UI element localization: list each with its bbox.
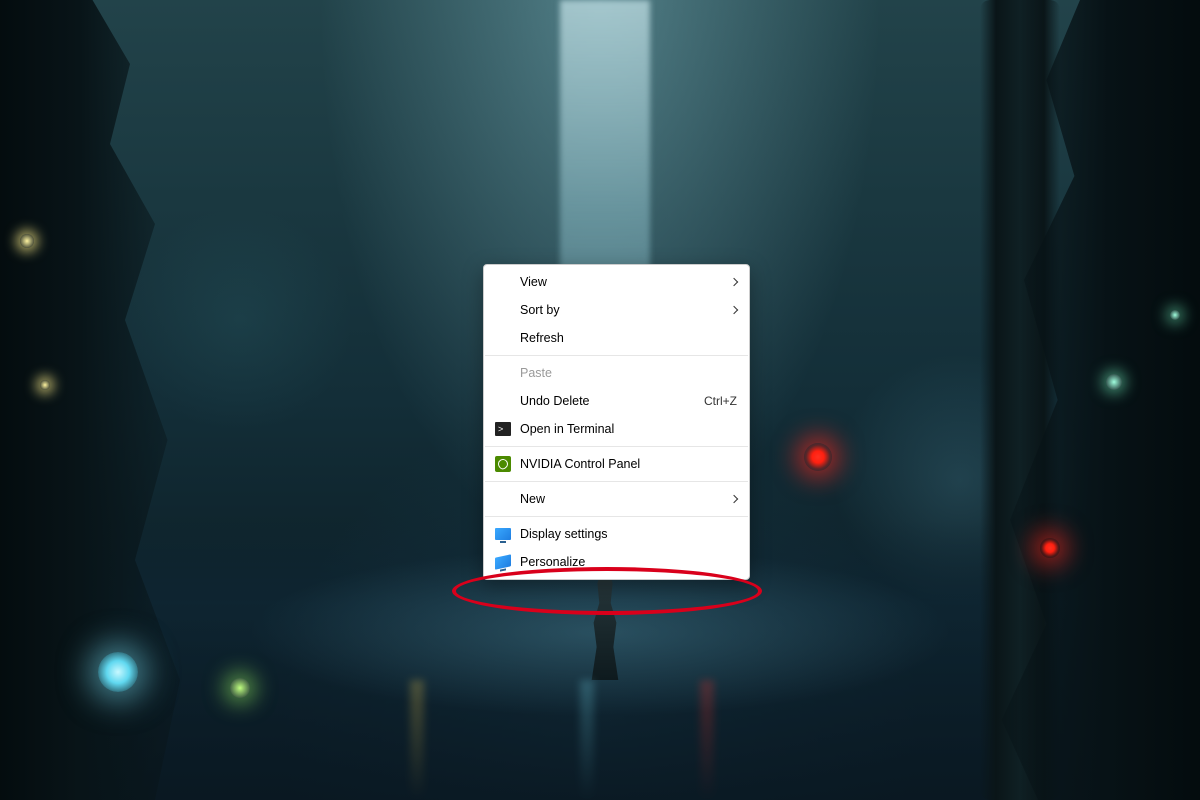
menu-item-label: Paste	[520, 366, 737, 380]
menu-item-view[interactable]: View	[484, 268, 749, 296]
menu-item-label: Sort by	[520, 303, 723, 317]
menu-item-label: Open in Terminal	[520, 422, 737, 436]
menu-item-personalize[interactable]: Personalize	[484, 548, 749, 576]
monitor-icon	[494, 525, 512, 543]
nvidia-icon	[494, 455, 512, 473]
menu-item-display-settings[interactable]: Display settings	[484, 520, 749, 548]
menu-separator	[485, 481, 748, 482]
menu-item-label: Personalize	[520, 555, 737, 569]
menu-item-new[interactable]: New	[484, 485, 749, 513]
menu-item-refresh[interactable]: Refresh	[484, 324, 749, 352]
monitor-icon	[494, 553, 512, 571]
menu-item-shortcut: Ctrl+Z	[704, 394, 737, 408]
menu-item-label: Undo Delete	[520, 394, 692, 408]
menu-item-label: View	[520, 275, 723, 289]
menu-separator	[485, 446, 748, 447]
menu-item-label: NVIDIA Control Panel	[520, 457, 737, 471]
menu-item-nvidia-control-panel[interactable]: NVIDIA Control Panel	[484, 450, 749, 478]
menu-separator	[485, 355, 748, 356]
terminal-icon	[494, 420, 512, 438]
menu-item-label: New	[520, 492, 723, 506]
chevron-right-icon	[730, 495, 738, 503]
menu-item-sort-by[interactable]: Sort by	[484, 296, 749, 324]
menu-item-label: Display settings	[520, 527, 737, 541]
chevron-right-icon	[730, 278, 738, 286]
menu-separator	[485, 516, 748, 517]
menu-item-undo-delete[interactable]: Undo Delete Ctrl+Z	[484, 387, 749, 415]
menu-item-paste: Paste	[484, 359, 749, 387]
chevron-right-icon	[730, 306, 738, 314]
menu-item-label: Refresh	[520, 331, 737, 345]
desktop-context-menu: View Sort by Refresh Paste Undo Delete C…	[483, 264, 750, 580]
menu-item-open-terminal[interactable]: Open in Terminal	[484, 415, 749, 443]
